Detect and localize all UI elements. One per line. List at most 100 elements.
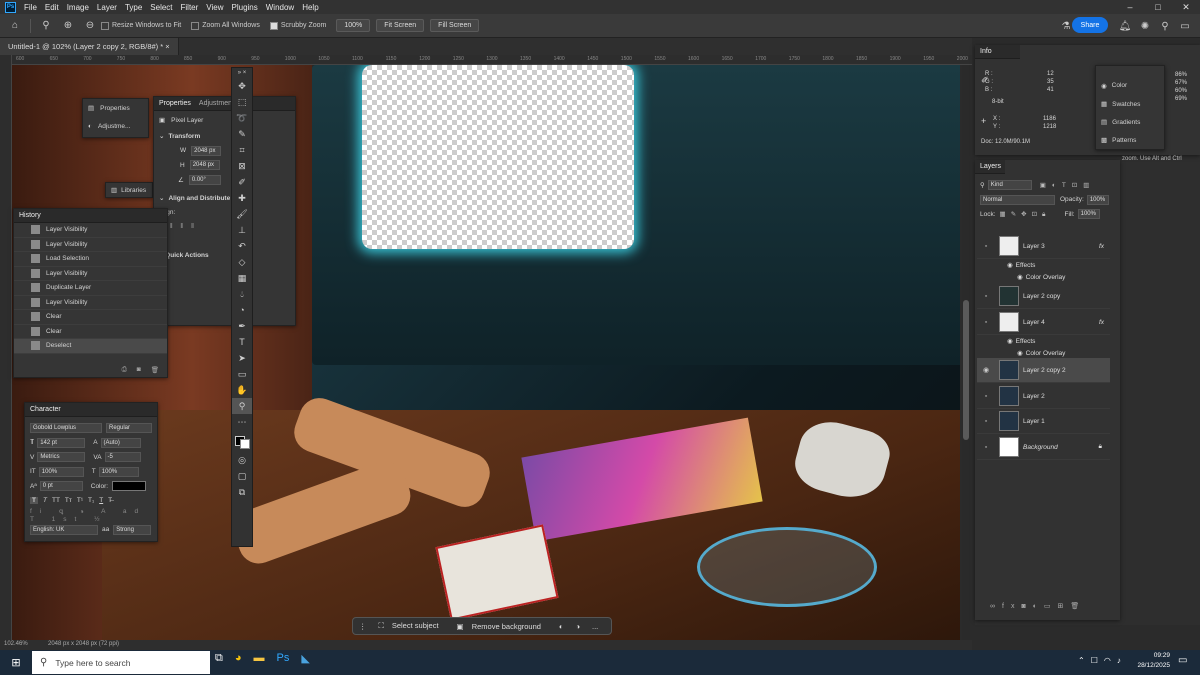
angle-field[interactable]: 0.00° [188,174,221,185]
font-style-select[interactable]: Regular [106,423,152,434]
bell-icon[interactable]: 🔔︎ [1118,19,1132,33]
group-icon[interactable]: ▭ [1044,603,1058,610]
properties-panel-button[interactable]: ▤ Properties [83,99,148,117]
windows-start-icon[interactable]: ⊞ [0,656,32,669]
strikethrough-button[interactable]: T̶ [108,497,112,504]
more-tools-icon[interactable]: ⋯ [232,414,252,430]
task-view-icon[interactable]: ⧉ [215,652,223,665]
share-button[interactable]: Share [1072,17,1108,33]
layer-row[interactable]: ▫ Layer 2 [977,384,1110,409]
layer-kind-filter[interactable]: Kind [987,180,1032,191]
camera-icon[interactable]: ◙ [137,366,141,373]
fit-screen-button[interactable]: Fit Screen [376,19,425,32]
layer-row[interactable]: ◉ Layer 2 copy 2 [977,358,1110,383]
menu-edit[interactable]: Edit [45,3,59,12]
mask-icon[interactable]: ◐ [559,622,564,631]
brush-tool-icon[interactable]: 🖌︎ [232,206,252,222]
menu-layer[interactable]: Layer [97,3,117,12]
history-state[interactable]: Duplicate Layer [14,281,167,296]
menu-file[interactable]: File [24,3,37,12]
history-state[interactable]: Layer Visibility [14,238,167,252]
screen-mode-icon[interactable]: ▢ [232,468,252,484]
effect-visibility-icon[interactable]: ◉ [1017,273,1023,281]
baseline-field[interactable]: 0 pt [39,481,83,492]
underline-button[interactable]: T [99,497,103,504]
leading-field[interactable]: (Auto) [100,437,141,448]
notification-icon[interactable]: ▭ [1178,655,1187,666]
layer-effects-row[interactable]: ◉ Effects [977,335,1110,347]
generative-icon[interactable]: ⧉ [232,484,252,500]
history-state[interactable]: Layer Visibility [14,267,167,281]
layer-color-overlay-row[interactable]: ◉ Color Overlay [977,271,1110,283]
layer-name[interactable]: Layer 4 [1023,319,1045,326]
history-state[interactable]: Clear [14,310,167,325]
zoom-tool-active-icon[interactable]: ⚲ [232,398,252,414]
layer-effects-row[interactable]: ◉ Effects [977,259,1110,271]
anti-alias-select[interactable]: Strong [113,524,152,535]
layer-name[interactable]: Layer 1 [1023,418,1045,425]
kerning-field[interactable]: Metrics [37,452,86,463]
subscript-button[interactable]: T₁ [88,497,94,504]
libraries-collapsed[interactable]: ▥ Libraries [105,182,153,198]
effect-visibility-icon[interactable]: ◉ [1017,349,1023,357]
layer-name[interactable]: Layer 2 [1023,393,1045,400]
pen-tool-icon[interactable]: ✒ [232,318,252,334]
menu-plugins[interactable]: Plugins [232,3,258,12]
select-subject-button[interactable]: ⛶ Select subject [379,621,445,631]
taskbar-search[interactable]: ⚲ Type here to search [32,651,210,674]
clock[interactable]: 09:29 28/12/2025 [1137,651,1170,671]
clone-stamp-tool-icon[interactable]: ⊥ [232,222,252,238]
fill-screen-button[interactable]: Fill Screen [430,19,480,32]
delete-layer-icon[interactable]: 🗑︎ [1070,603,1086,610]
opacity-field[interactable]: 100% [1086,194,1109,205]
menu-type[interactable]: Type [125,3,142,12]
layer-row[interactable]: ▫ Layer 2 copy [977,284,1110,309]
move-tool-icon[interactable]: ✥ [232,78,252,94]
language-select[interactable]: English: UK [30,524,98,535]
color-panel-button[interactable]: ◉ Color [1096,76,1164,95]
layer-fx-icon[interactable]: fx [1099,243,1104,250]
history-state[interactable]: Deselect [14,339,167,354]
tab-close-icon[interactable]: × [165,42,169,51]
menu-window[interactable]: Window [266,3,294,12]
small-caps-button[interactable]: Tт [65,497,72,504]
effect-visibility-icon[interactable]: ◉ [1007,261,1013,269]
menu-image[interactable]: Image [67,3,89,12]
fill-field[interactable]: 100% [1077,209,1100,220]
resize-windows-checkbox[interactable]: Resize Windows to Fit [101,21,181,30]
font-size-field[interactable]: 142 pt [37,437,86,448]
remove-background-button[interactable]: ▣ Remove background [457,622,547,631]
align-buttons[interactable]: ⫴⫴⫴⫴ [154,220,295,235]
chevron-up-icon[interactable]: ⌃ [1078,656,1091,665]
home-icon[interactable]: ⌂ [8,19,22,33]
zoom-all-checkbox[interactable]: Zoom All Windows [191,21,260,30]
snapshot-icon[interactable]: ⎙ [122,366,127,374]
tools-collapse-icon[interactable]: » × [232,68,252,78]
search-icon[interactable]: ⚲ [1158,19,1172,33]
zoom-out-icon[interactable]: ⊖ [83,19,97,33]
blur-tool-icon[interactable]: 💧︎ [232,286,252,302]
layer-name[interactable]: Layer 3 [1023,243,1045,250]
more-button[interactable]: ... [592,622,598,631]
history-state[interactable]: Layer Visibility [14,223,167,238]
menu-select[interactable]: Select [150,3,172,12]
layer-row[interactable]: ▫ Layer 1 [977,409,1110,434]
adjust-icon[interactable]: ◑ [575,622,580,631]
scrubby-zoom-checkbox[interactable]: Scrubby Zoom [269,21,326,30]
transform-chevron-icon[interactable]: ⌄ [159,132,164,140]
crop-tool-icon[interactable]: ⌗ [232,142,252,158]
superscript-button[interactable]: T¹ [77,497,83,504]
close-button[interactable]: ✕ [1172,0,1200,14]
file-explorer-icon[interactable]: ▬ [254,652,265,665]
eyedropper-tool-icon[interactable]: ✐ [232,174,252,190]
history-state[interactable]: Load Selection [14,252,167,267]
zoom-in-icon[interactable]: ⊕ [61,19,75,33]
menu-help[interactable]: Help [302,3,318,12]
dodge-tool-icon[interactable]: ◔ [232,302,252,318]
marquee-tool-icon[interactable]: ⬚ [232,94,252,110]
layer-row[interactable]: ▫ Background 🔒︎ [977,435,1110,460]
color-swatch[interactable] [112,481,147,492]
quick-mask-icon[interactable]: ◎ [232,452,252,468]
eraser-tool-icon[interactable]: ◇ [232,254,252,270]
type-tool-icon[interactable]: T [232,334,252,350]
